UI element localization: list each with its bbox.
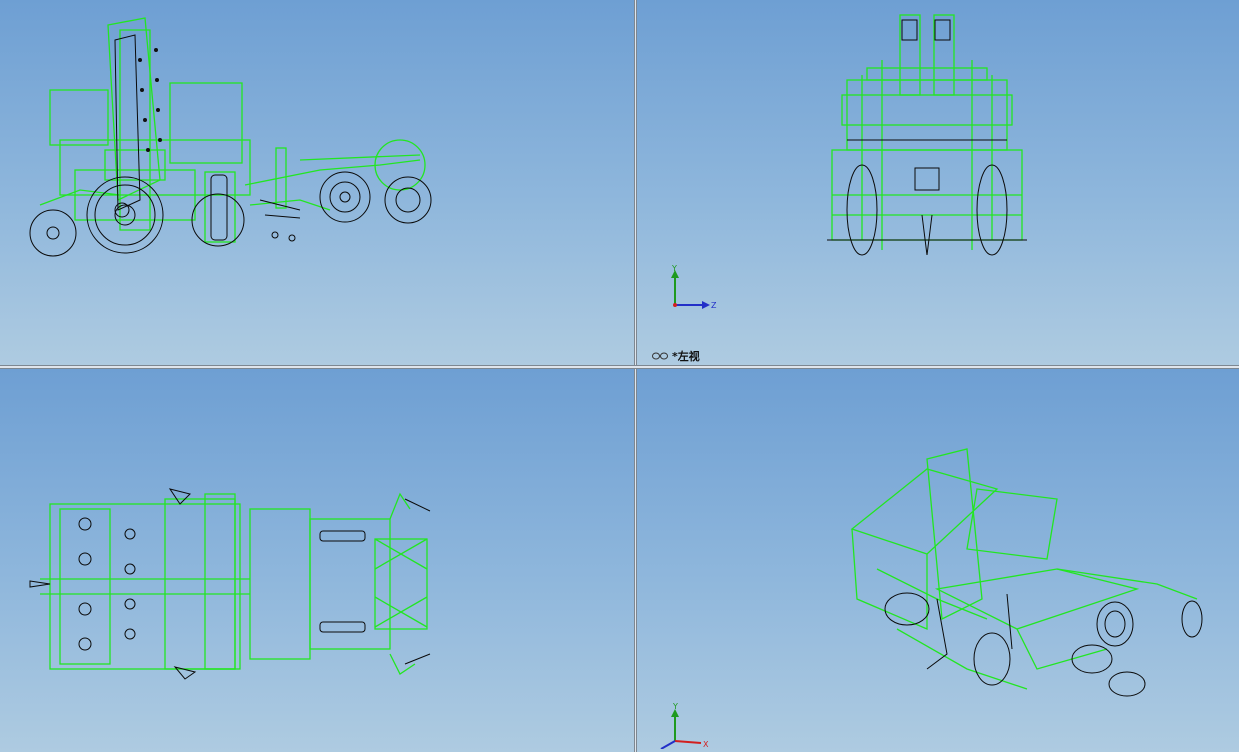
- view-name-text: *左视: [672, 350, 700, 363]
- triad-left-view: Y Z: [671, 264, 717, 310]
- viewport-side[interactable]: [0, 0, 634, 365]
- graphics-area[interactable]: Y Z Y X *左视: [0, 0, 1239, 752]
- left-view-model: [827, 14, 1027, 256]
- axis-y-label: Y: [671, 264, 677, 273]
- axis-z-label: Z: [711, 301, 717, 310]
- viewport-top[interactable]: [0, 369, 634, 752]
- view-name-label[interactable]: *左视: [652, 348, 700, 364]
- viewport-splitter-horizontal[interactable]: [0, 365, 1239, 369]
- glasses-icon: [652, 352, 668, 360]
- top-view-model: [29, 488, 431, 680]
- isometric-view-model: [850, 448, 1203, 697]
- viewport-splitter-vertical[interactable]: [634, 0, 637, 752]
- viewport-isometric[interactable]: Y X: [637, 369, 1239, 752]
- triad-isometric-view: Y X: [660, 702, 709, 749]
- viewport-left[interactable]: Y Z: [637, 0, 1239, 365]
- axis-x-label: X: [703, 740, 709, 749]
- axis-y-label: Y: [672, 702, 678, 711]
- side-view-model: [29, 17, 432, 257]
